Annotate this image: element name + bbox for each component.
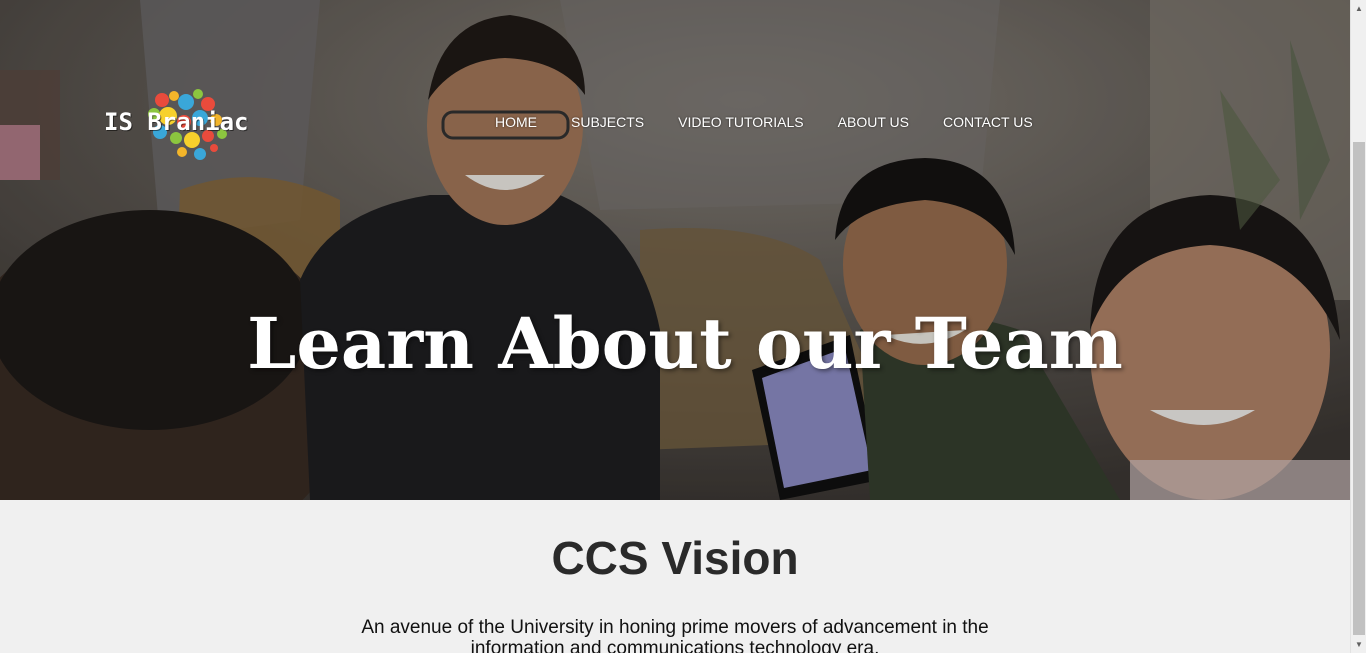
scroll-down-arrow-icon[interactable]: ▼ <box>1351 636 1366 653</box>
site-logo[interactable]: IS Braniac <box>104 86 274 164</box>
nav-subjects[interactable]: SUBJECTS <box>554 112 661 132</box>
hero-banner: IS Braniac HOME SUBJECTS VIDEO TUTORIALS… <box>0 0 1350 500</box>
page-viewport: IS Braniac HOME SUBJECTS VIDEO TUTORIALS… <box>0 0 1350 653</box>
vision-title: CCS Vision <box>551 532 799 584</box>
nav-about-us[interactable]: ABOUT US <box>821 112 926 132</box>
logo-text: IS Braniac <box>104 108 249 136</box>
nav-video-tutorials[interactable]: VIDEO TUTORIALS <box>661 112 821 132</box>
scrollbar-thumb[interactable] <box>1353 142 1365 635</box>
hero-title: Learn About our Team <box>247 301 1123 385</box>
vertical-scrollbar[interactable]: ▲ ▼ <box>1350 0 1366 653</box>
main-navigation: HOME SUBJECTS VIDEO TUTORIALS ABOUT US C… <box>478 112 1050 132</box>
scroll-up-arrow-icon[interactable]: ▲ <box>1351 0 1366 17</box>
nav-contact-us[interactable]: CONTACT US <box>926 112 1050 132</box>
nav-home[interactable]: HOME <box>478 112 554 132</box>
hero-overlay <box>0 0 1350 500</box>
vision-text: An avenue of the University in honing pr… <box>361 617 989 653</box>
